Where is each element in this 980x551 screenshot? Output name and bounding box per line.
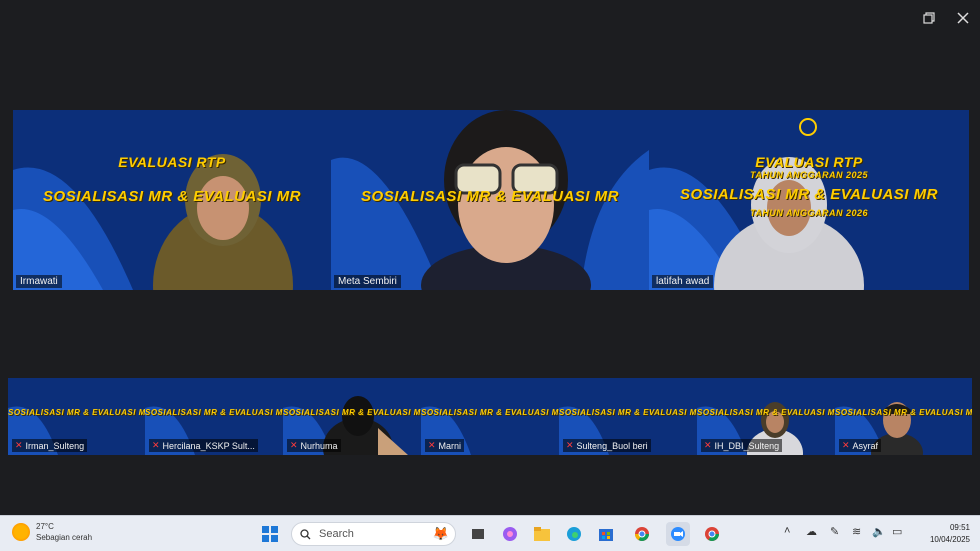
banner-line3: SOSIALISASI MR & EVALUASI MR: [283, 408, 421, 417]
volume-icon[interactable]: 🔈: [872, 525, 886, 538]
battery-icon[interactable]: ▭: [892, 525, 902, 538]
participant-name-label: ✕ Nurhuma: [287, 439, 341, 452]
file-explorer-icon[interactable]: [532, 522, 552, 546]
weather-sun-icon: [12, 523, 30, 541]
participant-name: IH_DBI_Sulteng: [714, 440, 780, 451]
close-icon[interactable]: [952, 8, 974, 28]
participant-name-label: ✕ Marni: [425, 439, 465, 452]
mic-muted-icon: ✕: [290, 440, 298, 450]
wifi-icon[interactable]: ≋: [852, 525, 861, 538]
banner-line3: SOSIALISASI MR & EVALUASI MR: [835, 408, 972, 417]
participant-name: Asyraf: [852, 440, 879, 451]
participant-name-label: ✕ Asyraf: [839, 439, 882, 452]
mic-muted-icon: ✕: [566, 440, 574, 450]
windows-taskbar: 27°C Sebagian cerah Search 🦊 ˄ ☁ ✎ ≋ 🔈 ▭…: [0, 515, 980, 551]
search-highlight-icon: 🦊: [432, 526, 449, 541]
banner-line4: TAHUN ANGGARAN 2026: [749, 208, 868, 218]
chrome-icon[interactable]: [632, 522, 652, 546]
participant-name-label: ✕ IH_DBI_Sulteng: [701, 439, 783, 452]
participant-thumbnail[interactable]: SOSIALISASI MR & EVALUASI MR ✕ Asyraf: [835, 378, 972, 455]
banner-line3: SOSIALISASI MR & EVALUASI MR: [697, 408, 835, 417]
taskbar-search-input[interactable]: Search 🦊: [291, 522, 456, 546]
mic-muted-icon: ✕: [704, 440, 712, 450]
weather-desc: Sebagian cerah: [36, 533, 93, 542]
banner-line3: SOSIALISASI MR & EVALUASI MR: [680, 186, 938, 203]
participant-tile-latifah-active-speaker[interactable]: EVALUASI RTP TAHUN ANGGARAN 2025 SOSIALI…: [649, 110, 969, 290]
task-view-icon[interactable]: [468, 522, 488, 546]
banner-line3: SOSIALISASI MR & EVALUASI MR: [361, 188, 619, 205]
copilot-icon[interactable]: [500, 522, 520, 546]
chevron-up-icon[interactable]: ˄: [784, 525, 790, 537]
participant-name: Nurhuma: [300, 440, 338, 451]
participant-name-label: ✕ Irman_Sulteng: [12, 439, 88, 452]
participant-thumbnail[interactable]: SOSIALISASI MR & EVALUASI MR ✕ Sulteng_Bu…: [559, 378, 697, 455]
banner-line2: TAHUN ANGGARAN 2025: [749, 170, 868, 180]
participant-tile-meta[interactable]: SOSIALISASI MR & EVALUASI MR Meta Sembir…: [331, 110, 649, 290]
clock-time: 09:51: [949, 523, 970, 532]
banner-line3: SOSIALISASI MR & EVALUASI MR: [8, 408, 145, 417]
edge-browser-icon[interactable]: [564, 522, 584, 546]
participant-thumbnail[interactable]: SOSIALISASI MR & EVALUASI MR ✕ Hercilana_…: [145, 378, 283, 455]
banner-line3: SOSIALISASI MR & EVALUASI MR: [145, 408, 283, 417]
participant-name: Irman_Sulteng: [25, 440, 85, 451]
participant-name-label: ✕ Sulteng_Buol beri: [563, 439, 651, 452]
participant-name: Marni: [438, 440, 462, 451]
start-icon[interactable]: [258, 522, 282, 546]
search-placeholder: Search: [319, 528, 354, 540]
mic-muted-icon: ✕: [152, 440, 160, 450]
participant-name: Hercilana_KSKP Sult...: [162, 440, 255, 451]
mic-muted-icon: ✕: [428, 440, 436, 450]
clock-date: 10/04/2025: [929, 535, 970, 544]
participant-thumbnail[interactable]: SOSIALISASI MR & EVALUASI MR ✕ IH_DBI_Sul…: [697, 378, 835, 455]
system-clock[interactable]: 09:51 10/04/2025: [930, 522, 970, 546]
mic-muted-icon: ✕: [15, 440, 23, 450]
search-icon: [300, 528, 311, 539]
organization-logo: [799, 118, 817, 136]
participant-tile-irmawati[interactable]: EVALUASI RTP SOSIALISASI MR & EVALUASI M…: [13, 110, 331, 290]
participant-thumbnail[interactable]: SOSIALISASI MR & EVALUASI MR ✕ Irman_Sult…: [8, 378, 145, 455]
zoom-app-icon[interactable]: [666, 522, 690, 546]
weather-widget[interactable]: 27°C Sebagian cerah: [12, 521, 92, 543]
mic-muted-icon: ✕: [842, 440, 850, 450]
weather-temp: 27°C: [36, 522, 54, 531]
video-meeting-window: EVALUASI RTP SOSIALISASI MR & EVALUASI M…: [0, 0, 980, 551]
banner-line3: SOSIALISASI MR & EVALUASI MR: [559, 408, 697, 417]
banner-line1: EVALUASI RTP: [755, 154, 863, 170]
participant-name: Irmawati: [16, 275, 62, 288]
restore-icon[interactable]: [918, 8, 940, 28]
participant-name: Meta Sembiri: [334, 275, 401, 288]
participant-name: Sulteng_Buol beri: [576, 440, 648, 451]
pen-icon[interactable]: ✎: [830, 525, 839, 538]
banner-line3: SOSIALISASI MR & EVALUASI MR: [421, 408, 559, 417]
chrome-profile-icon[interactable]: [702, 522, 722, 546]
banner-line1: EVALUASI RTP: [118, 154, 226, 170]
participant-thumbnail[interactable]: SOSIALISASI MR & EVALUASI MR ✕ Marni: [421, 378, 559, 455]
banner-line3: SOSIALISASI MR & EVALUASI MR: [43, 188, 301, 205]
store-icon[interactable]: [596, 522, 616, 546]
participant-name-label: ✕ Hercilana_KSKP Sult...: [149, 439, 258, 452]
onedrive-icon[interactable]: ☁: [806, 525, 817, 538]
participant-thumbnail[interactable]: SOSIALISASI MR & EVALUASI MR ✕ Nurhuma: [283, 378, 421, 455]
participant-name: latifah awad: [652, 275, 714, 288]
